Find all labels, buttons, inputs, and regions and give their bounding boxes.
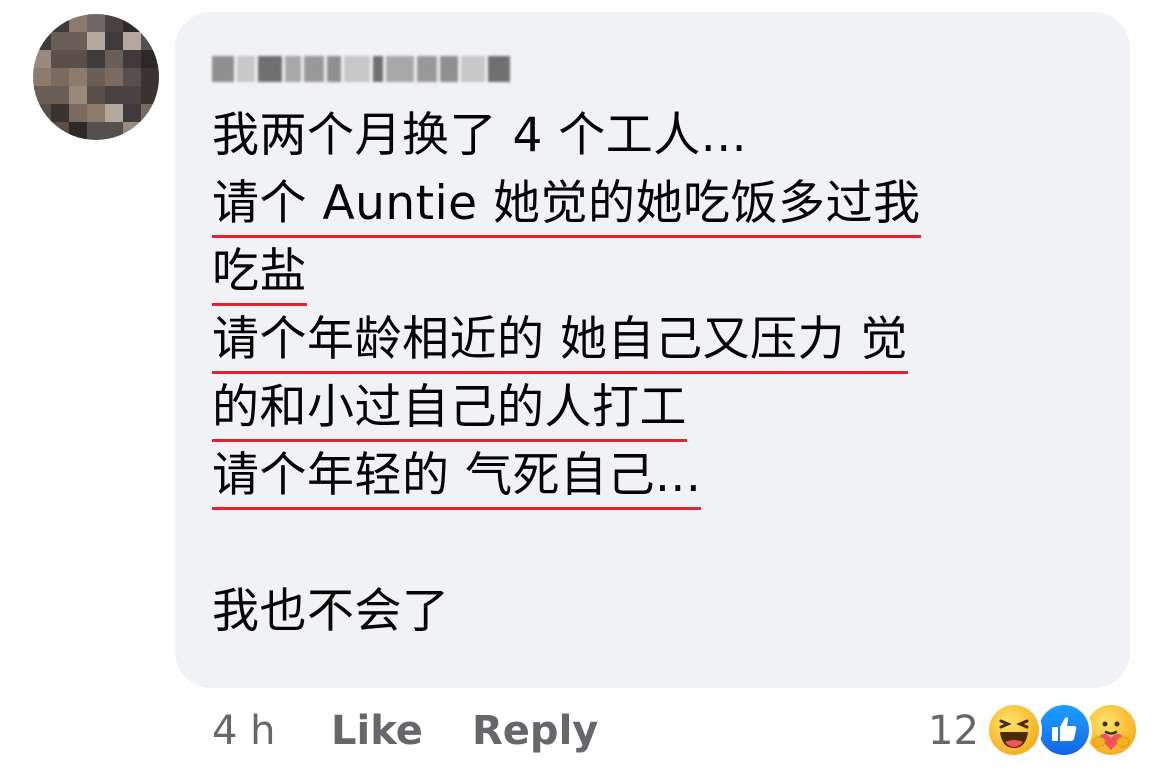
- comment-line-1: 我两个月换了 4 个工人...: [212, 108, 748, 163]
- comment-line-2: 请个 Auntie 她觉的她吃饭多过我: [212, 177, 921, 238]
- like-reaction-icon[interactable]: [1036, 702, 1092, 758]
- reaction-count[interactable]: 12: [928, 706, 979, 756]
- comment-line-6: 请个年轻的 气死自己...: [212, 449, 702, 510]
- comment-line-4: 请个年龄相近的 她自己又压力 觉: [212, 313, 908, 374]
- commenter-name-blurred[interactable]: [212, 56, 512, 82]
- comment-line-8: 我也不会了: [212, 584, 450, 639]
- comment-line-5: 的和小过自己的人打工: [212, 381, 687, 442]
- timestamp[interactable]: 4 h: [212, 706, 276, 756]
- haha-reaction-icon[interactable]: [986, 702, 1042, 758]
- comment-text: 我两个月换了 4 个工人... 请个 Auntie 她觉的她吃饭多过我 吃盐 请…: [212, 102, 921, 646]
- comment-line-3: 吃盐: [212, 245, 307, 306]
- reply-button[interactable]: Reply: [472, 706, 598, 756]
- like-button[interactable]: Like: [331, 706, 423, 756]
- comment-bubble: 我两个月换了 4 个工人... 请个 Auntie 她觉的她吃饭多过我 吃盐 请…: [175, 12, 1130, 688]
- avatar[interactable]: [33, 14, 159, 140]
